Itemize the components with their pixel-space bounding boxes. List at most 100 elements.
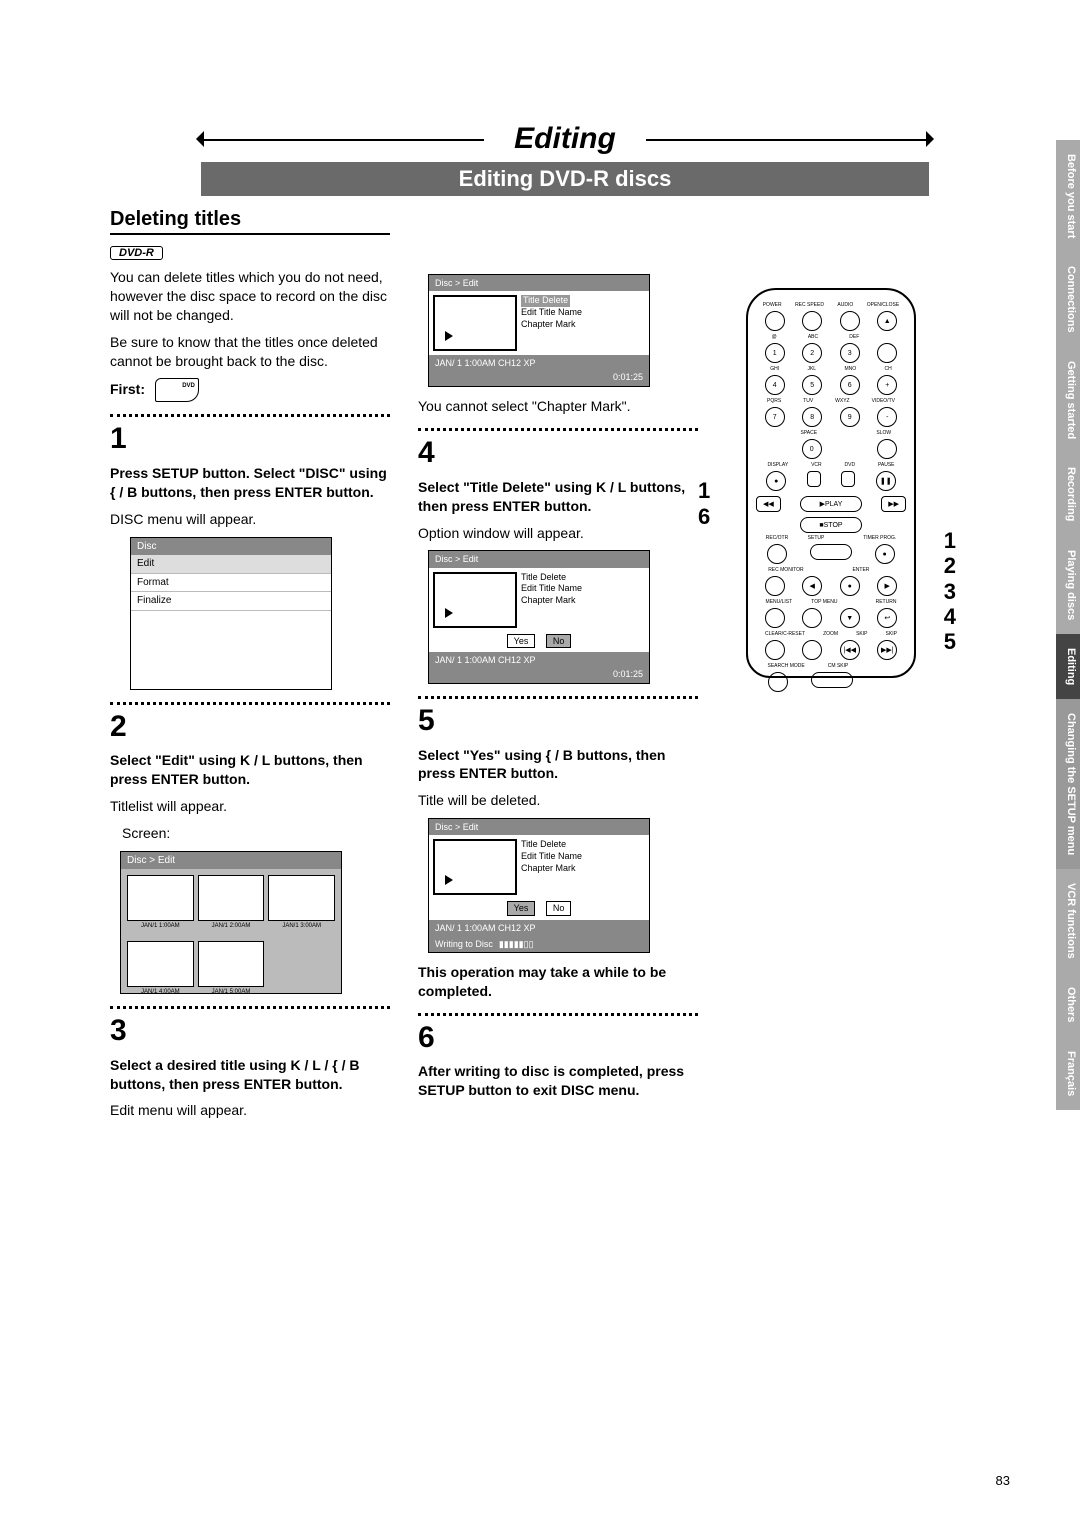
- display-button: ●: [766, 471, 786, 491]
- first-label: First:: [110, 380, 145, 399]
- duration: 0:01:25: [429, 371, 649, 386]
- intro-para-2: Be sure to know that the titles once del…: [110, 333, 390, 371]
- return-button: ↩: [877, 608, 897, 628]
- disc-icon: [155, 378, 199, 402]
- thumbnail: [433, 572, 517, 628]
- titlelist-box: Disc > Edit JAN/1 1:00AM JAN/1 2:00AM JA…: [120, 851, 342, 995]
- intro-para-1: You can delete titles which you do not n…: [110, 268, 390, 325]
- step6-bold: After writing to disc is completed, pres…: [418, 1062, 698, 1100]
- step1-bold: Press SETUP button. Select "DISC" using …: [110, 464, 390, 502]
- step-separator: [110, 1006, 390, 1009]
- step-separator: [418, 1013, 698, 1016]
- title-cell: JAN/1 2:00AM: [198, 875, 265, 921]
- thumbnail: [433, 839, 517, 895]
- step2-text: Titlelist will appear.: [110, 797, 390, 816]
- step-number-5: 5: [418, 701, 698, 742]
- ffwd-button: ▶▶: [881, 496, 906, 512]
- disc-menu-item: Format: [131, 574, 331, 593]
- edit-menu-box-1: Disc > Edit Title Delete Edit Title Name…: [428, 274, 650, 387]
- content-columns: You can delete titles which you do not n…: [110, 268, 1020, 1128]
- yes-no-row: Yes No: [429, 632, 649, 652]
- step-number-2: 2: [110, 707, 390, 748]
- disc-menu-item: Edit: [131, 555, 331, 574]
- step2-text2: Screen:: [110, 824, 390, 843]
- column-2: Disc > Edit Title Delete Edit Title Name…: [418, 268, 698, 1128]
- disc-menu-box: Disc Edit Format Finalize: [130, 537, 332, 690]
- step4-text: Option window will appear.: [418, 524, 698, 543]
- titlelist-title: Disc > Edit: [121, 852, 341, 870]
- progress-bar: ▮▮▮▮▮▯▯: [499, 938, 534, 950]
- tab-editing: Editing: [1056, 634, 1080, 699]
- timer-prog-button: ●: [875, 544, 895, 564]
- step-separator: [110, 702, 390, 705]
- tab-getting-started: Getting started: [1056, 347, 1080, 453]
- step-number-4: 4: [418, 433, 698, 474]
- step-number-3: 3: [110, 1011, 390, 1052]
- vcr-button: [807, 471, 821, 487]
- tab-setup-menu: Changing the SETUP menu: [1056, 699, 1080, 869]
- title-cell: JAN/1 5:00AM: [198, 941, 265, 987]
- thumbnail: [433, 295, 517, 351]
- step1-text: DISC menu will appear.: [110, 510, 390, 529]
- pause-button: ❚❚: [876, 471, 896, 491]
- step-number-6: 6: [418, 1018, 698, 1059]
- no-option: No: [546, 634, 572, 648]
- yes-option: Yes: [507, 901, 536, 915]
- edit-menu-list: Title Delete Edit Title Name Chapter Mar…: [521, 295, 582, 351]
- tab-connections: Connections: [1056, 252, 1080, 347]
- yes-option: Yes: [507, 634, 536, 648]
- power-button: [765, 311, 785, 331]
- rew-button: ◀◀: [756, 496, 781, 512]
- title-cell: JAN/1 1:00AM: [127, 875, 194, 921]
- column-1: You can delete titles which you do not n…: [110, 268, 390, 1128]
- chapter-title: Editing: [110, 120, 1020, 158]
- step-separator: [418, 696, 698, 699]
- disc-menu-title: Disc: [131, 538, 331, 556]
- right-button: ▶: [877, 576, 897, 596]
- enter-button: ●: [840, 576, 860, 596]
- chapter-mark-note: You cannot select "Chapter Mark".: [418, 397, 698, 416]
- step-number-1: 1: [110, 419, 390, 460]
- page-number: 83: [996, 1473, 1010, 1488]
- subtitle-bar: Editing DVD-R discs: [201, 162, 929, 196]
- title-cell: JAN/1 4:00AM: [127, 941, 194, 987]
- status-line: JAN/ 1 1:00AM CH12 XP: [429, 355, 649, 371]
- tab-others: Others: [1056, 973, 1080, 1036]
- step-separator: [418, 428, 698, 431]
- setup-button: [810, 544, 852, 560]
- tab-before-you-start: Before you start: [1056, 140, 1080, 252]
- step-separator: [110, 414, 390, 417]
- step5-bold: Select "Yes" using { / B buttons, then p…: [418, 746, 698, 784]
- down-button: ▼: [840, 608, 860, 628]
- column-3: 1 6 1 2 3 4 5 POWERREC SPEEDAUDIOOPEN/CL…: [726, 268, 936, 1128]
- no-option: No: [546, 901, 572, 915]
- edit-menu-title: Disc > Edit: [429, 275, 649, 291]
- play-button: ▶ PLAY: [800, 496, 862, 512]
- title-cell: JAN/1 3:00AM: [268, 875, 335, 921]
- step2-bold: Select "Edit" using K / L buttons, then …: [110, 751, 390, 789]
- step3-bold: Select a desired title using K / L / { /…: [110, 1056, 390, 1094]
- left-button: ◀: [802, 576, 822, 596]
- remote-control-diagram: POWERREC SPEEDAUDIOOPEN/CLOSE ▲ @ABCDEF …: [746, 288, 916, 678]
- step5-text: Title will be deleted.: [418, 791, 698, 810]
- tab-francais: Français: [1056, 1037, 1080, 1110]
- dvd-button: [841, 471, 855, 487]
- disc-type-badge: DVD-R: [110, 246, 163, 260]
- disc-menu-item: Finalize: [131, 592, 331, 611]
- section-heading: Deleting titles: [110, 208, 390, 235]
- stop-button: ■ STOP: [800, 517, 862, 533]
- title-text: Editing: [514, 122, 616, 155]
- side-tabs: Before you start Connections Getting sta…: [1056, 140, 1080, 1110]
- step3-text: Edit menu will appear.: [110, 1101, 390, 1120]
- open-close-button: ▲: [877, 311, 897, 331]
- tab-playing-discs: Playing discs: [1056, 536, 1080, 634]
- step4-bold: Select "Title Delete" using K / L button…: [418, 478, 698, 516]
- rec-button: [767, 544, 787, 564]
- edit-menu-box-2: Disc > Edit Title Delete Edit Title Name…: [428, 550, 650, 684]
- edit-menu-box-3: Disc > Edit Title Delete Edit Title Name…: [428, 818, 650, 953]
- cm-skip-button: [811, 672, 853, 688]
- tab-recording: Recording: [1056, 453, 1080, 535]
- tab-vcr-functions: VCR functions: [1056, 869, 1080, 973]
- callout-right: 1 2 3 4 5: [944, 528, 956, 654]
- operation-warning: This operation may take a while to be co…: [418, 963, 698, 1001]
